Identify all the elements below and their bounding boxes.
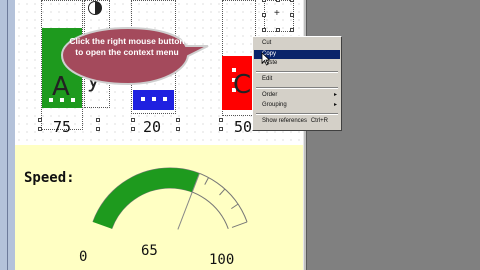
gauge-value-label: 65 (141, 243, 158, 259)
gauge-fill (92, 168, 200, 229)
gauge-min-label: 0 (79, 249, 88, 265)
gauge-max-label: 100 (209, 252, 235, 268)
gauge-tick (231, 203, 239, 210)
gauge-tick (204, 177, 209, 185)
gauge-tick (219, 188, 226, 196)
gauge-tick (231, 221, 248, 228)
speed-gauge (92, 167, 248, 230)
